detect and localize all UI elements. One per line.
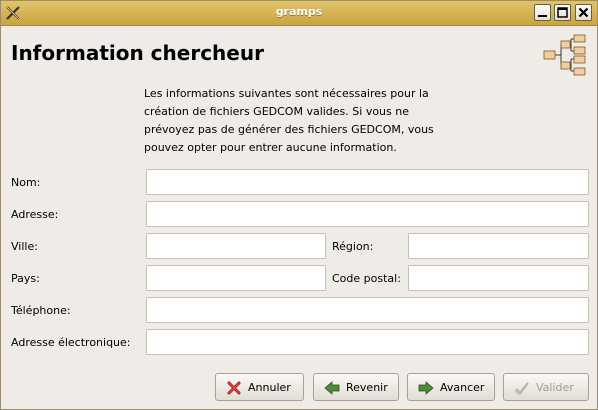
intro-line: Les informations suivantes sont nécessai…: [144, 87, 429, 100]
forward-button[interactable]: Avancer: [407, 373, 495, 401]
email-field-box[interactable]: [146, 329, 589, 355]
address-field[interactable]: [147, 202, 588, 226]
postal-code-field[interactable]: [409, 266, 588, 290]
country-field-box[interactable]: [146, 265, 326, 291]
phone-field[interactable]: [147, 298, 588, 322]
intro-line: prévoyez pas de générer des fichiers GED…: [144, 123, 434, 136]
back-label: Revenir: [346, 381, 388, 394]
address-label: Adresse:: [11, 208, 59, 221]
maximize-button[interactable]: [554, 4, 571, 21]
close-button[interactable]: [575, 4, 592, 21]
arrow-right-icon: [418, 381, 434, 395]
postal-code-label: Code postal:: [332, 272, 401, 285]
apply-button[interactable]: Valider: [503, 373, 589, 401]
window-title: gramps: [275, 5, 323, 18]
intro-line: création de fichiers GEDCOM valides. Si …: [144, 105, 409, 118]
region-field[interactable]: [409, 234, 588, 258]
arrow-left-icon: [324, 381, 340, 395]
cancel-label: Annuler: [248, 381, 291, 394]
name-label: Nom:: [11, 176, 41, 189]
page-title: Information chercheur: [11, 41, 264, 65]
title-bar[interactable]: gramps: [1, 1, 597, 26]
name-field-box[interactable]: [146, 169, 589, 195]
minimize-icon: [538, 15, 547, 17]
postal-code-field-box[interactable]: [408, 265, 589, 291]
email-field[interactable]: [147, 330, 588, 354]
intro-line: pouvez opter pour entrer aucune informat…: [144, 141, 397, 154]
apply-check-icon: [514, 382, 529, 396]
maximize-icon: [557, 7, 568, 18]
name-field[interactable]: [147, 170, 588, 194]
intro-text: Les informations suivantes sont nécessai…: [144, 85, 464, 157]
close-icon: [578, 7, 589, 18]
cancel-x-icon: [227, 381, 241, 395]
cancel-button[interactable]: Annuler: [215, 373, 304, 401]
forward-label: Avancer: [440, 381, 485, 394]
city-field-box[interactable]: [146, 233, 326, 259]
apply-label: Valider: [536, 381, 574, 394]
wizard-window: gramps Information chercheur Les informa…: [0, 0, 598, 410]
minimize-button[interactable]: [534, 4, 551, 21]
email-label: Adresse électronique:: [11, 336, 131, 349]
country-field[interactable]: [147, 266, 325, 290]
phone-label: Téléphone:: [11, 304, 71, 317]
region-field-box[interactable]: [408, 233, 589, 259]
region-label: Région:: [332, 240, 374, 253]
back-button[interactable]: Revenir: [313, 373, 399, 401]
city-label: Ville:: [11, 240, 38, 253]
country-label: Pays:: [11, 272, 40, 285]
city-field[interactable]: [147, 234, 325, 258]
phone-field-box[interactable]: [146, 297, 589, 323]
family-tree-icon: [543, 34, 586, 76]
address-field-box[interactable]: [146, 201, 589, 227]
